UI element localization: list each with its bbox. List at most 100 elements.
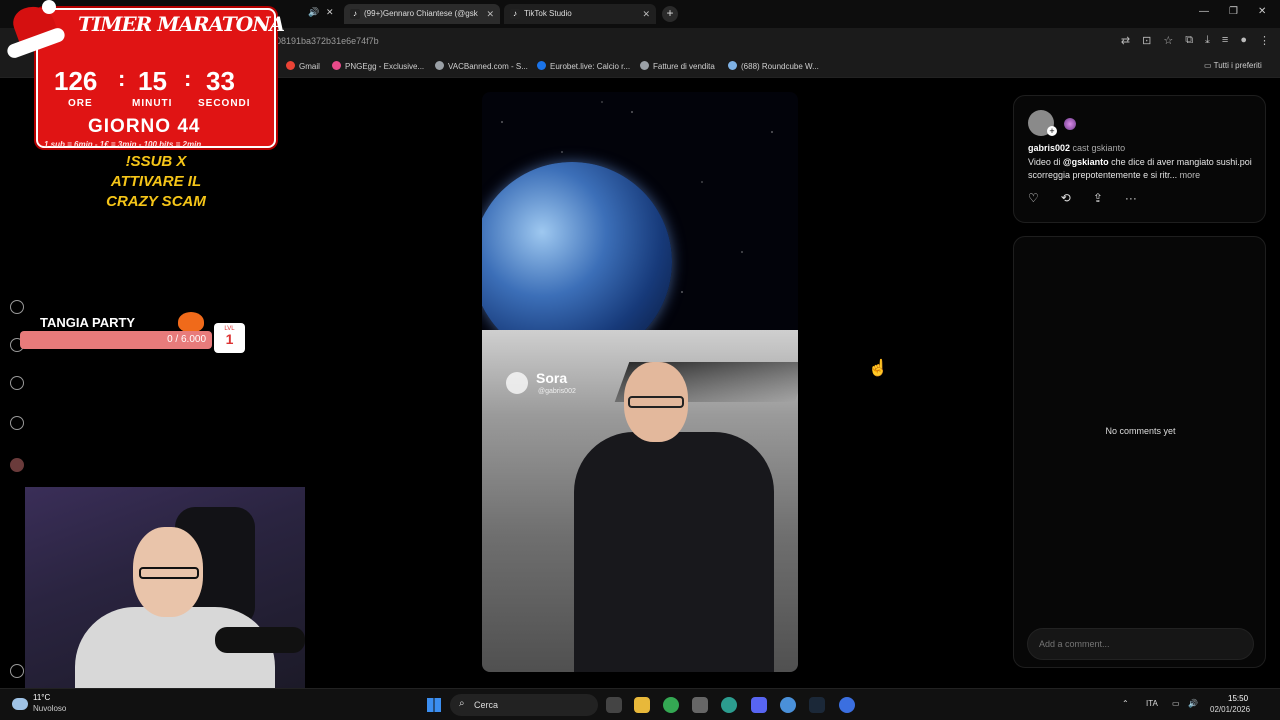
network-icon[interactable]: ▭ xyxy=(1172,699,1180,708)
comment-input[interactable] xyxy=(1027,628,1254,660)
profile-icon[interactable]: ● xyxy=(1240,34,1247,47)
video-player[interactable]: Sora @gabris002 xyxy=(482,92,798,672)
profile-avatar-icon[interactable] xyxy=(10,458,24,472)
person-torso xyxy=(574,432,774,672)
level-value: 1 xyxy=(225,331,234,347)
taskbar-search[interactable]: ⌕ Cerca xyxy=(450,694,598,716)
discord-icon[interactable] xyxy=(751,697,767,713)
desc-mention[interactable]: @gskianto xyxy=(1063,157,1109,167)
sora-logo-icon xyxy=(506,372,528,394)
app-icon[interactable] xyxy=(780,697,796,713)
download-icon[interactable]: ⤓ xyxy=(1205,34,1210,47)
bookmark-star-icon[interactable]: ☆ xyxy=(1163,34,1173,47)
bookmark-eurobet[interactable]: Eurobet.live: Calcio r... xyxy=(537,61,630,71)
tab-audio-icon[interactable]: 🔊 xyxy=(308,7,319,18)
close-tab-icon[interactable]: ✕ xyxy=(326,7,334,18)
level-badge: LVL 1 xyxy=(214,323,245,353)
tab-tiktok-studio[interactable]: ♪ TikTok Studio ✕ xyxy=(504,4,656,24)
more-icon[interactable]: ··· xyxy=(1125,191,1137,205)
gmail-icon xyxy=(286,61,295,70)
bell-icon[interactable] xyxy=(10,416,24,430)
all-bookmarks[interactable]: ▭ Tutti i preferiti xyxy=(1204,61,1262,70)
hours-label: ORE xyxy=(68,98,93,109)
restore-icon[interactable]: ❐ xyxy=(1229,6,1238,17)
weather-condition[interactable]: Nuvoloso xyxy=(33,704,66,713)
mascot-icon xyxy=(178,312,204,332)
day-counter: GIORNO 44 xyxy=(88,116,201,137)
close-icon[interactable]: ✕ xyxy=(486,4,494,24)
minutes-label: MINUTI xyxy=(132,98,173,109)
clock-date[interactable]: 02/01/2026 xyxy=(1210,705,1250,714)
trophy-icon[interactable] xyxy=(10,376,24,390)
install-icon[interactable]: ⊡ xyxy=(1142,34,1151,47)
timer-seconds: 33 xyxy=(206,66,235,96)
promo-line: CRAZY SCAM xyxy=(106,193,206,210)
tab-label: TikTok Studio xyxy=(524,9,572,18)
extensions-icon[interactable]: ⧉ xyxy=(1185,34,1193,47)
timer-minutes: 15 xyxy=(138,66,167,96)
cameo-avatar[interactable] xyxy=(1064,118,1076,130)
tab-label: (99+)Gennaro Chiantese (@gsk xyxy=(364,9,478,18)
minimize-icon[interactable]: — xyxy=(1199,6,1209,17)
tangia-progress-text: 0 / 6.000 xyxy=(167,334,206,345)
timer-rates: 1 sub = 6min - 1€ = 3min - 100 bits = 2m… xyxy=(44,140,202,149)
tiktok-icon: ♪ xyxy=(350,9,360,19)
bookmark-pngegg[interactable]: PNGEgg - Exclusive... xyxy=(332,61,424,71)
promo-line: !SSUB X xyxy=(125,153,187,170)
file-explorer-icon[interactable] xyxy=(634,697,650,713)
post-description: Video di @gskianto che dice di aver mang… xyxy=(1028,156,1253,182)
chrome-icon[interactable] xyxy=(663,697,679,713)
tangia-progress-bar: 0 / 6.000 xyxy=(20,331,212,349)
person-glasses xyxy=(628,396,684,408)
comments-panel: No comments yet xyxy=(1013,236,1266,668)
temperature[interactable]: 11°C xyxy=(33,693,50,702)
clock-time[interactable]: 15:50 xyxy=(1228,694,1248,703)
video-person xyxy=(574,362,774,672)
share-icon[interactable]: ⇪ xyxy=(1093,191,1103,205)
bookmark-vacbanned[interactable]: VACBanned.com - S... xyxy=(435,61,528,71)
no-comments-text: No comments yet xyxy=(1105,426,1176,436)
watermark-handle: @gabris002 xyxy=(538,388,576,395)
cloud-icon[interactable] xyxy=(12,698,28,710)
windows-start-icon[interactable] xyxy=(427,698,441,712)
tangia-title: TANGIA PARTY xyxy=(40,315,136,330)
reading-list-icon[interactable]: ≡ xyxy=(1222,34,1228,47)
tab-gennaro-chiantese[interactable]: ♪ (99+)Gennaro Chiantese (@gsk ✕ xyxy=(344,4,500,24)
webcam-feed xyxy=(25,487,305,688)
settings-icon[interactable] xyxy=(10,664,24,678)
remix-icon[interactable]: ⟲ xyxy=(1061,191,1071,205)
volume-icon[interactable]: 🔊 xyxy=(1188,699,1198,708)
timer-title: TIMER MARATONA xyxy=(78,12,285,36)
timer-separator: : xyxy=(184,66,192,91)
edge-icon[interactable] xyxy=(721,697,737,713)
tiktok-icon: ♪ xyxy=(510,9,520,19)
bookmark-fatture[interactable]: Fatture di vendita xyxy=(640,61,715,71)
task-view-icon[interactable] xyxy=(606,697,622,713)
new-tab-button[interactable]: + xyxy=(662,6,678,22)
translate-icon[interactable]: ⇄ xyxy=(1121,34,1130,47)
bookmark-gmail[interactable]: Gmail xyxy=(286,61,320,71)
more-link[interactable]: more xyxy=(1180,170,1201,180)
desc-prefix: Video di xyxy=(1028,157,1063,167)
menu-icon[interactable]: ⋮ xyxy=(1259,34,1270,47)
seconds-label: SECONDI xyxy=(198,98,251,109)
close-window-icon[interactable]: ✕ xyxy=(1258,6,1266,17)
close-icon[interactable]: ✕ xyxy=(642,4,650,24)
app-icon[interactable] xyxy=(839,697,855,713)
app-icon[interactable] xyxy=(692,697,708,713)
language-indicator[interactable]: ITA xyxy=(1146,699,1158,708)
bookmark-roundcube[interactable]: (688) Roundcube W... xyxy=(728,61,819,71)
search-icon: ⌕ xyxy=(459,698,465,709)
microphone xyxy=(215,627,305,653)
follow-plus-icon[interactable]: + xyxy=(1047,126,1057,136)
url-field[interactable]: 08191ba372b31e6e74f7b xyxy=(276,36,379,46)
post-actions: ♡ ⟲ ⇪ ··· xyxy=(1028,191,1137,205)
author-name[interactable]: gabris002 xyxy=(1028,143,1070,153)
eurobet-icon xyxy=(537,61,546,70)
like-icon[interactable]: ♡ xyxy=(1028,191,1039,205)
globe-icon xyxy=(435,61,444,70)
address-bar-icons: ⇄ ⊡ ☆ ⧉ ⤓ ≡ ● ⋮ xyxy=(1121,34,1270,47)
chevron-up-icon[interactable]: ⌃ xyxy=(1122,699,1129,708)
promo-text: !SSUB X ATTIVARE IL CRAZY SCAM xyxy=(36,152,276,212)
steam-icon[interactable] xyxy=(809,697,825,713)
